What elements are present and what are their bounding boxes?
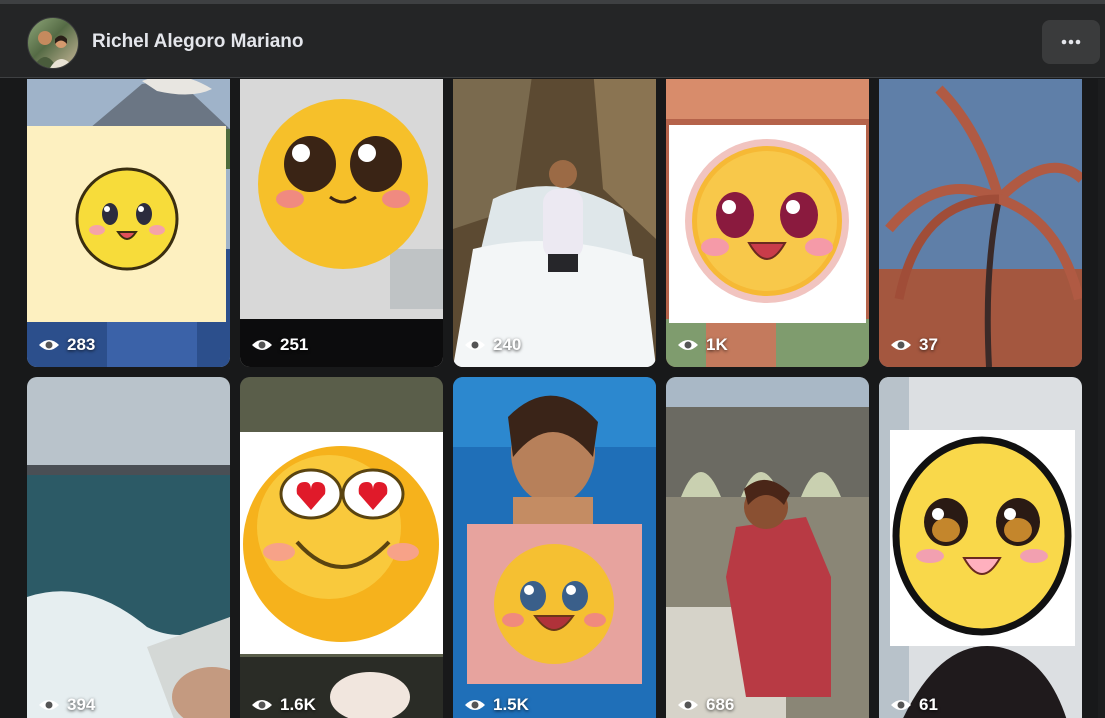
view-count-label: 283 [67, 335, 96, 354]
eye-icon [39, 340, 59, 350]
view-count: 251 [251, 335, 308, 355]
video-card[interactable]: 1.6K [240, 377, 443, 718]
profile-header: Richel Alegoro Mariano [0, 4, 1105, 78]
eye-icon [891, 340, 911, 350]
eye-icon [678, 700, 698, 710]
video-thumbnail [27, 377, 230, 718]
view-count-label: 251 [280, 335, 309, 354]
eye-icon [465, 700, 485, 710]
eye-icon [891, 700, 911, 710]
eye-icon [252, 340, 272, 350]
video-thumbnail [453, 79, 656, 367]
video-thumbnail [879, 79, 1082, 367]
scrollbar[interactable] [1098, 79, 1105, 718]
video-card[interactable]: 283 [27, 79, 230, 367]
more-horizontal-icon [1061, 39, 1081, 45]
heart-eyes-sticker [240, 432, 443, 654]
video-card[interactable]: 1K [666, 79, 869, 367]
view-count-label: 1K [706, 335, 728, 354]
smiley-sticker [27, 126, 226, 322]
smiley-sticker [669, 125, 866, 323]
view-count-label: 240 [493, 335, 522, 354]
profile-name[interactable]: Richel Alegoro Mariano [92, 31, 304, 53]
view-count: 1K [677, 335, 728, 355]
video-card[interactable]: 394 [27, 377, 230, 718]
eye-icon [39, 700, 59, 710]
view-count: 37 [890, 335, 938, 355]
view-count: 1.6K [251, 695, 316, 715]
videos-grid: 283 251 240 1K 37 394 1.6K 1.5K 686 61 [0, 79, 1105, 718]
view-count-label: 394 [67, 695, 96, 714]
view-count-label: 1.6K [280, 695, 316, 714]
smiley-sticker [467, 524, 642, 684]
video-card[interactable]: 686 [666, 377, 869, 718]
video-thumbnail [240, 79, 443, 367]
video-thumbnail [666, 377, 869, 718]
smiley-sticker [890, 430, 1075, 646]
eye-icon [465, 340, 485, 350]
view-count-label: 1.5K [493, 695, 529, 714]
video-card[interactable]: 61 [879, 377, 1082, 718]
view-count-label: 61 [919, 695, 938, 714]
view-count: 283 [38, 335, 95, 355]
video-card[interactable]: 1.5K [453, 377, 656, 718]
video-card[interactable]: 251 [240, 79, 443, 367]
view-count: 61 [890, 695, 938, 715]
video-card[interactable]: 240 [453, 79, 656, 367]
video-card[interactable]: 37 [879, 79, 1082, 367]
eye-icon [678, 340, 698, 350]
view-count: 394 [38, 695, 95, 715]
view-count-label: 686 [706, 695, 735, 714]
view-count: 686 [677, 695, 734, 715]
view-count: 1.5K [464, 695, 529, 715]
more-options-button[interactable] [1042, 20, 1100, 64]
view-count: 240 [464, 335, 521, 355]
view-count-label: 37 [919, 335, 938, 354]
eye-icon [252, 700, 272, 710]
profile-avatar[interactable] [27, 17, 79, 69]
